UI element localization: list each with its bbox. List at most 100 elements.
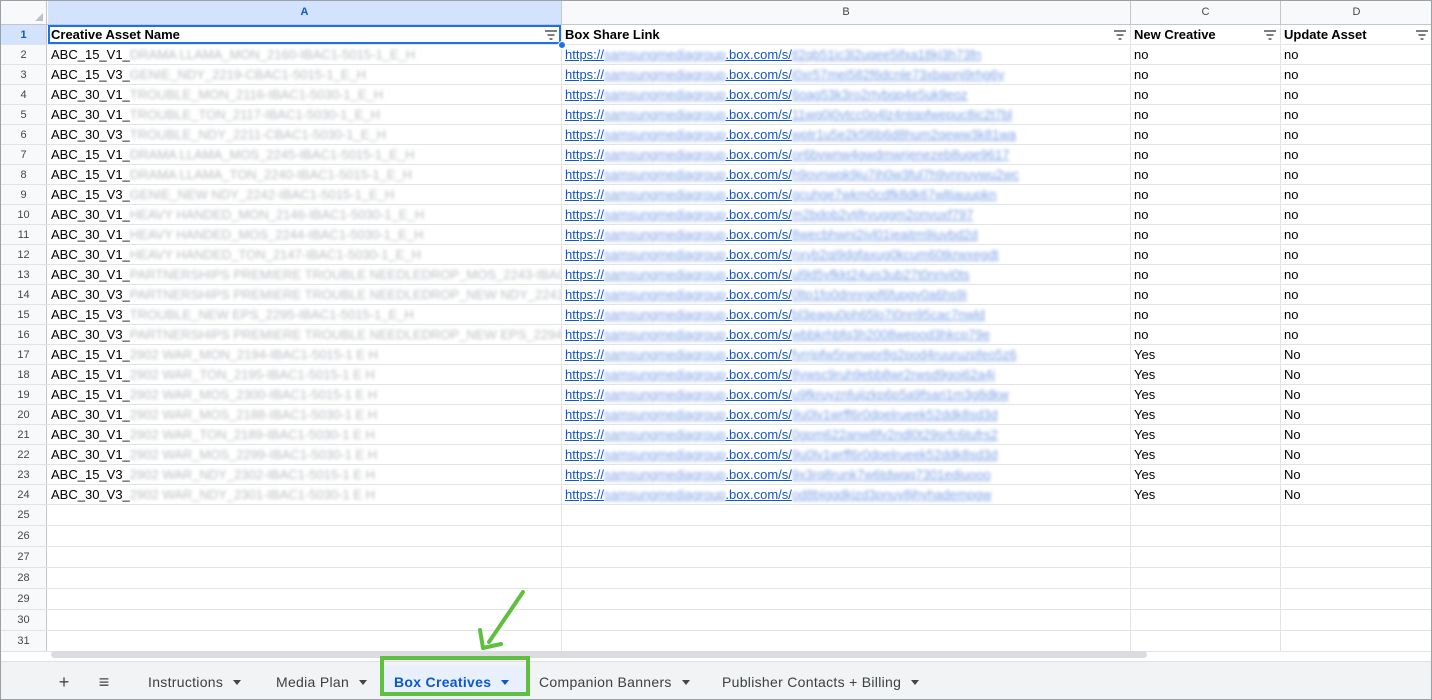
- link-redacted-subdomain[interactable]: samsungmediagroup: [604, 147, 725, 162]
- link-prefix[interactable]: https://: [565, 407, 604, 422]
- link-redacted-subdomain[interactable]: samsungmediagroup: [604, 47, 725, 62]
- fill-handle[interactable]: [558, 41, 566, 49]
- box-share-link-cell[interactable]: https://samsungmediagroup .box.com/s/wbbk…: [562, 325, 1131, 344]
- box-share-link-cell[interactable]: https://samsungmediagroup .box.com/s/or6b…: [562, 145, 1131, 164]
- caret-down-icon[interactable]: [359, 679, 368, 685]
- sheet-tab-companion-banners[interactable]: Companion Banners: [529, 666, 709, 698]
- new-creative-cell[interactable]: no: [1131, 145, 1281, 164]
- link-redacted-subdomain[interactable]: samsungmediagroup: [604, 127, 725, 142]
- link-domain[interactable]: .box.com/s/: [725, 207, 791, 222]
- empty-cell[interactable]: [1281, 568, 1431, 588]
- link-domain[interactable]: .box.com/s/: [725, 447, 791, 462]
- link-prefix[interactable]: https://: [565, 187, 604, 202]
- link-domain[interactable]: .box.com/s/: [725, 127, 791, 142]
- new-creative-cell[interactable]: no: [1131, 165, 1281, 184]
- box-share-link-cell[interactable]: https://samsungmediagroup .box.com/s/bl3e…: [562, 305, 1131, 324]
- update-asset-cell[interactable]: no: [1281, 325, 1431, 344]
- link-redacted-subdomain[interactable]: samsungmediagroup: [604, 87, 725, 102]
- link-redacted-subdomain[interactable]: samsungmediagroup: [604, 347, 725, 362]
- new-creative-cell[interactable]: no: [1131, 65, 1281, 84]
- caret-down-icon[interactable]: [911, 679, 920, 685]
- box-share-link-cell[interactable]: https://samsungmediagroup .box.com/s/nxyb…: [562, 245, 1131, 264]
- filter-icon[interactable]: [545, 30, 557, 40]
- box-share-link-cell[interactable]: https://samsungmediagroup .box.com/s/0ltp…: [562, 285, 1131, 304]
- row-number[interactable]: 20: [1, 405, 47, 424]
- link-redacted-id[interactable]: 9u0lv1wrff6r0dpelrueek52ddk8sd3d: [792, 447, 998, 462]
- update-asset-cell[interactable]: no: [1281, 185, 1431, 204]
- update-asset-cell[interactable]: no: [1281, 165, 1431, 184]
- new-creative-cell[interactable]: no: [1131, 85, 1281, 104]
- row-number[interactable]: 23: [1, 465, 47, 484]
- update-asset-cell[interactable]: No: [1281, 365, 1431, 384]
- box-share-link-cell[interactable]: https://samsungmediagroup .box.com/s/11wq…: [562, 105, 1131, 124]
- link-redacted-subdomain[interactable]: samsungmediagroup: [604, 487, 725, 502]
- link-prefix[interactable]: https://: [565, 167, 604, 182]
- empty-cell[interactable]: [48, 505, 562, 525]
- link-domain[interactable]: .box.com/s/: [725, 327, 791, 342]
- link-redacted-subdomain[interactable]: samsungmediagroup: [604, 407, 725, 422]
- link-prefix[interactable]: https://: [565, 227, 604, 242]
- row-number[interactable]: 15: [1, 305, 47, 324]
- new-creative-cell[interactable]: no: [1131, 125, 1281, 144]
- creative-asset-name-cell[interactable]: ABC_30_V1_ HEAVY HANDED_MOS_2244-IBAC1-50…: [48, 225, 562, 244]
- filter-icon[interactable]: [1264, 30, 1276, 40]
- link-domain[interactable]: .box.com/s/: [725, 487, 791, 502]
- link-domain[interactable]: .box.com/s/: [725, 387, 791, 402]
- link-domain[interactable]: .box.com/s/: [725, 287, 791, 302]
- link-domain[interactable]: .box.com/s/: [725, 427, 791, 442]
- empty-cell[interactable]: [1131, 589, 1281, 609]
- new-creative-cell[interactable]: Yes: [1131, 445, 1281, 464]
- new-creative-cell[interactable]: no: [1131, 265, 1281, 284]
- link-redacted-id[interactable]: m2bdob2vtjfrvuggm2onvuxf797: [792, 207, 973, 222]
- row-number[interactable]: 18: [1, 365, 47, 384]
- link-redacted-subdomain[interactable]: samsungmediagroup: [604, 387, 725, 402]
- link-redacted-id[interactable]: ul9d5yfkkt24uis3ub27t0nrivi0ts: [792, 267, 970, 282]
- link-prefix[interactable]: https://: [565, 447, 604, 462]
- column-header-a[interactable]: A: [48, 1, 562, 24]
- row-number[interactable]: 26: [1, 526, 47, 546]
- box-share-link-cell[interactable]: https://samsungmediagroup .box.com/s/gcuh…: [562, 185, 1131, 204]
- link-prefix[interactable]: https://: [565, 307, 604, 322]
- row-number[interactable]: 27: [1, 547, 47, 567]
- box-share-link-cell[interactable]: https://samsungmediagroup .box.com/s/8yws…: [562, 365, 1131, 384]
- box-share-link-cell[interactable]: https://samsungmediagroup .box.com/s/fvrr…: [562, 345, 1131, 364]
- new-creative-cell[interactable]: Yes: [1131, 365, 1281, 384]
- new-creative-cell[interactable]: Yes: [1131, 465, 1281, 484]
- link-prefix[interactable]: https://: [565, 207, 604, 222]
- link-redacted-id[interactable]: 11wq0j0vtcc0o4lz4ntqpfwepuc8ic2t7bl: [792, 107, 1012, 122]
- creative-asset-name-cell[interactable]: ABC_15_V3_ GENIE_NDY_2219-CBAC1-5015-1_E_…: [48, 65, 562, 84]
- creative-asset-name-cell[interactable]: ABC_30_V3_ PARTNERSHIPS PREMIERE TROUBLE …: [48, 285, 562, 304]
- link-prefix[interactable]: https://: [565, 47, 604, 62]
- link-redacted-id[interactable]: tl2qb51ic3l2uqee5ifxa18kj3h73fn: [792, 47, 981, 62]
- box-share-link-cell[interactable]: https://samsungmediagroup .box.com/s/wptr…: [562, 125, 1131, 144]
- link-redacted-id[interactable]: bl3eagu0ph65lo7i0nn95cac7nwld: [792, 307, 985, 322]
- select-all-corner[interactable]: [1, 1, 47, 24]
- link-prefix[interactable]: https://: [565, 267, 604, 282]
- new-creative-cell[interactable]: Yes: [1131, 425, 1281, 444]
- update-asset-cell[interactable]: no: [1281, 45, 1431, 64]
- update-asset-cell[interactable]: no: [1281, 285, 1431, 304]
- empty-cell[interactable]: [48, 547, 562, 567]
- creative-asset-name-cell[interactable]: ABC_15_V1_ 2902 WAR_TON_2195-IBAC1-5015-1…: [48, 365, 562, 384]
- row-number[interactable]: 7: [1, 145, 47, 164]
- new-creative-cell[interactable]: Yes: [1131, 405, 1281, 424]
- update-asset-cell[interactable]: no: [1281, 65, 1431, 84]
- empty-cell[interactable]: [562, 547, 1131, 567]
- update-asset-cell[interactable]: no: [1281, 245, 1431, 264]
- link-domain[interactable]: .box.com/s/: [725, 247, 791, 262]
- creative-asset-name-cell[interactable]: ABC_30_V3_ PARTNERSHIPS PREMIERE TROUBLE …: [48, 325, 562, 344]
- creative-asset-name-cell[interactable]: ABC_30_V1_ 2902 WAR_MOS_2188-IBAC1-5030-1…: [48, 405, 562, 424]
- link-redacted-id[interactable]: gcuhge7wkm0cdfk8dk67wltjauupkn: [792, 187, 997, 202]
- empty-cell[interactable]: [562, 610, 1131, 630]
- creative-asset-name-cell[interactable]: ABC_30_V1_ HEAVY HANDED_MON_2146-IBAC1-50…: [48, 205, 562, 224]
- creative-asset-name-cell[interactable]: ABC_15_V3_ GENIE_NEW NDY_2242-IBAC1-5015-…: [48, 185, 562, 204]
- link-redacted-subdomain[interactable]: samsungmediagroup: [604, 367, 725, 382]
- link-redacted-id[interactable]: 0gpm622anw8fv2ndl0t29srfc6tufrs2: [792, 427, 998, 442]
- link-redacted-subdomain[interactable]: samsungmediagroup: [604, 327, 725, 342]
- link-prefix[interactable]: https://: [565, 467, 604, 482]
- new-creative-cell[interactable]: no: [1131, 305, 1281, 324]
- update-asset-cell[interactable]: No: [1281, 385, 1431, 404]
- empty-cell[interactable]: [562, 631, 1131, 651]
- column-header-b[interactable]: B: [562, 1, 1131, 24]
- link-domain[interactable]: .box.com/s/: [725, 267, 791, 282]
